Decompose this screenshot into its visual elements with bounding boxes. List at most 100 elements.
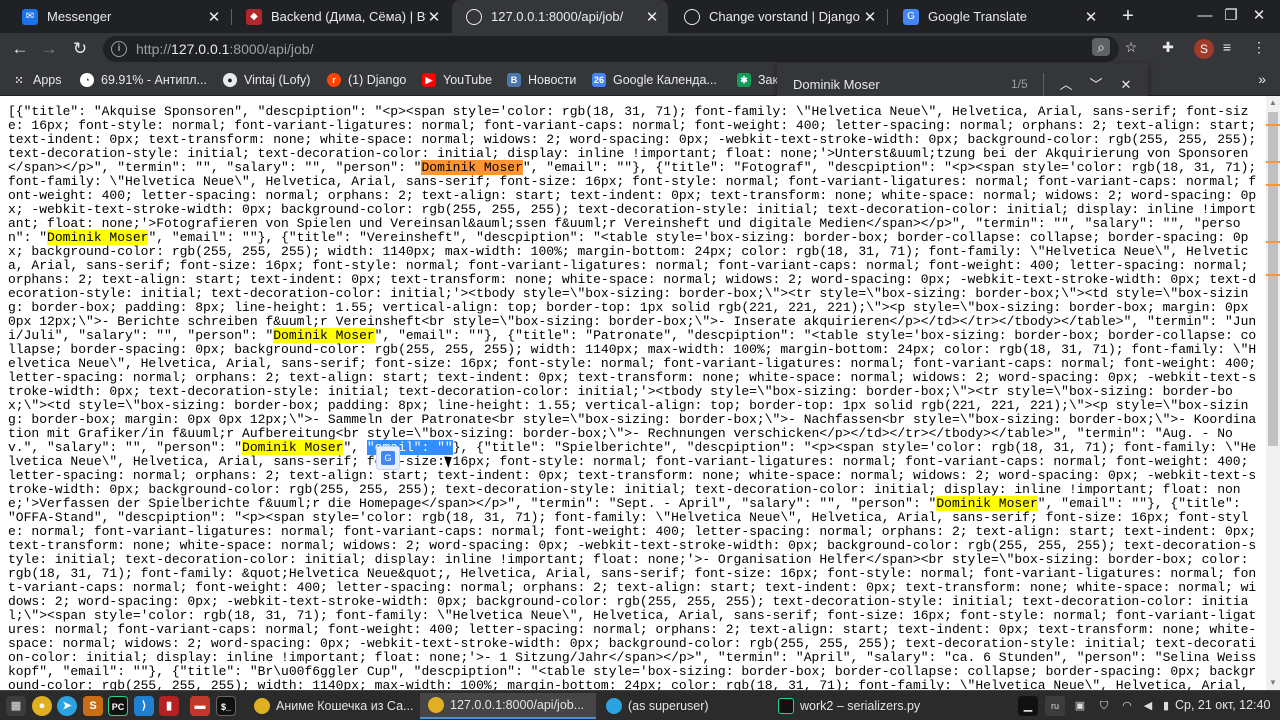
tab-django-admin[interactable]: Change vorstand | Django site ✕ [670, 0, 886, 33]
maximize-button[interactable]: ❐ [1219, 4, 1243, 28]
chrome-icon[interactable]: ● [32, 696, 52, 716]
close-icon[interactable]: ✕ [862, 8, 878, 26]
globe-icon [466, 8, 482, 25]
apps-icon: ⁙ [14, 74, 24, 87]
tab-strip: ✉ Messenger ✕ ◆ Backend (Дима, Сёма) | B… [0, 0, 1280, 33]
bookmark-label: Vintaj (Lofy) [244, 73, 311, 87]
chrome-icon [254, 698, 270, 714]
system-monitor-icon[interactable]: ▁ [1018, 696, 1038, 716]
find-match: Dominik Moser [242, 440, 344, 455]
bookmark-icon: ◆ [246, 8, 262, 25]
back-button[interactable]: ← [8, 37, 32, 61]
bookmarks-overflow-icon[interactable]: » [1258, 71, 1266, 87]
pycharm-icon[interactable]: PC [108, 696, 128, 716]
json-text: ", "email": ""}, {"title": "Vereinsheft"… [8, 230, 1257, 343]
vk-icon: В [507, 73, 521, 87]
extensions-icon[interactable]: ✚ [1159, 38, 1177, 56]
find-match-marker [1266, 161, 1280, 163]
translate-icon: G [381, 451, 395, 465]
forward-button[interactable]: → [37, 37, 61, 61]
find-match-marker [1266, 124, 1280, 126]
info-icon[interactable]: i [111, 41, 127, 57]
find-match: Dominik Moser [936, 496, 1038, 511]
battery-icon[interactable]: ▮ [1156, 696, 1176, 716]
url-host: 127.0.0.1 [171, 41, 230, 57]
tab-google-translate[interactable]: G Google Translate ✕ [889, 0, 1107, 33]
tray-app-icon[interactable]: ▣ [1070, 696, 1090, 716]
media-controls-icon[interactable]: ≡ [1218, 38, 1236, 56]
bookmark-django-reddit[interactable]: r (1) Django [327, 71, 406, 89]
github-icon: ● [223, 73, 237, 87]
files-icon[interactable]: ▬ [190, 696, 210, 716]
close-icon[interactable]: ✕ [644, 8, 660, 26]
vscode-icon[interactable]: ⟩ [134, 696, 154, 716]
address-bar[interactable]: i http://127.0.0.1:8000/api/job/ [103, 36, 1119, 62]
task-label: (as superuser) [628, 699, 709, 713]
page-content: [{"title": "Akquise Sponsoren", "descpip… [0, 96, 1266, 690]
reload-button[interactable]: ↻ [68, 37, 92, 61]
menu-icon[interactable]: ⋮ [1250, 38, 1268, 56]
task-anime-browser[interactable]: Аниме Кошечка из Са... [246, 693, 418, 719]
avatar[interactable]: S [1194, 39, 1214, 59]
bookmark-youtube[interactable]: ▶ YouTube [422, 71, 492, 89]
tab-api-job[interactable]: 127.0.0.1:8000/api/job/ ✕ [452, 0, 668, 33]
shield-icon[interactable]: ⛉ [1094, 696, 1114, 716]
bookmark-google-calendar[interactable]: 26 Google Календа... [592, 71, 717, 89]
json-text: ", [343, 440, 367, 455]
bookmark-antiplagiat[interactable]: ◔ 69.91% - Антипл... [80, 71, 207, 89]
tab-messenger[interactable]: ✉ Messenger ✕ [8, 0, 230, 33]
messenger-icon: ✉ [22, 8, 38, 25]
sublime-icon[interactable]: S [83, 696, 103, 716]
close-icon[interactable]: ✕ [426, 8, 442, 26]
vertical-scrollbar[interactable]: ▲ ▼ [1266, 96, 1280, 690]
close-icon[interactable]: ✕ [206, 8, 222, 26]
find-input[interactable]: Dominik Moser [793, 77, 880, 92]
translate-selection-button[interactable]: G [376, 446, 400, 470]
wifi-icon[interactable]: ◠ [1117, 696, 1137, 716]
find-match-marker [1266, 184, 1280, 186]
scroll-up-arrow-icon[interactable]: ▲ [1266, 96, 1280, 110]
close-icon[interactable]: ✕ [1083, 8, 1099, 26]
tab-title: Change vorstand | Django site [709, 9, 862, 24]
terminal-icon[interactable]: $_ [216, 696, 236, 716]
task-pycharm[interactable]: work2 – serializers.py [770, 693, 944, 719]
bookmark-vintaj[interactable]: ● Vintaj (Lofy) [223, 71, 310, 89]
bookmark-apps[interactable]: ⁙ Apps [12, 71, 61, 89]
reddit-icon: r [327, 73, 341, 87]
pycharm-icon [778, 698, 794, 714]
json-response: [{"title": "Akquise Sponsoren", "descpip… [0, 96, 1266, 691]
volume-icon[interactable]: ◀ [1138, 696, 1158, 716]
window-close-button[interactable]: ✕ [1247, 4, 1271, 28]
task-label: 127.0.0.1:8000/api/job... [450, 698, 585, 712]
keyboard-layout-icon[interactable]: ru [1045, 696, 1065, 716]
clock[interactable]: Ср, 21 окт, 12:40 [1175, 698, 1270, 712]
find-previous-button[interactable]: ︿ [1054, 73, 1078, 97]
task-label: Аниме Кошечка из Са... [276, 699, 414, 713]
scroll-down-arrow-icon[interactable]: ▼ [1266, 676, 1280, 690]
find-match-marker [1266, 241, 1280, 243]
bookmark-zak[interactable]: ✱ Зак [737, 71, 778, 89]
task-api-job-browser[interactable]: 127.0.0.1:8000/api/job... [420, 693, 596, 719]
tab-divider [887, 9, 888, 25]
find-divider [1043, 73, 1044, 97]
show-desktop-icon[interactable]: ▦ [6, 696, 26, 716]
find-match-marker [1266, 274, 1280, 276]
find-in-page-icon[interactable]: ⌕ [1092, 38, 1110, 56]
task-telegram[interactable]: (as superuser) [598, 693, 768, 719]
find-next-button[interactable]: ﹀ [1084, 73, 1108, 97]
translate-icon: G [903, 8, 919, 25]
json-text: ", "email": ""}, {"title": "OFFA-Stand",… [8, 496, 1257, 691]
find-match: Dominik Moser [273, 328, 375, 343]
puzzle-icon: ✱ [737, 73, 751, 87]
bookmark-label: Новости [528, 73, 577, 87]
bookmark-vk-news[interactable]: В Новости [507, 71, 576, 89]
new-tab-button[interactable]: + [1117, 4, 1139, 28]
find-close-button[interactable]: ✕ [1114, 73, 1138, 97]
star-icon[interactable]: ☆ [1122, 38, 1140, 56]
minimize-button[interactable]: — [1193, 4, 1217, 28]
tab-backend[interactable]: ◆ Backend (Дима, Сёма) | By St ✕ [232, 0, 450, 33]
app-icon[interactable]: ▮ [159, 696, 179, 716]
telegram-icon[interactable]: ➤ [57, 696, 77, 716]
bookmark-label: Google Календа... [613, 73, 717, 87]
url-text[interactable]: http://127.0.0.1:8000/api/job/ [136, 41, 314, 57]
